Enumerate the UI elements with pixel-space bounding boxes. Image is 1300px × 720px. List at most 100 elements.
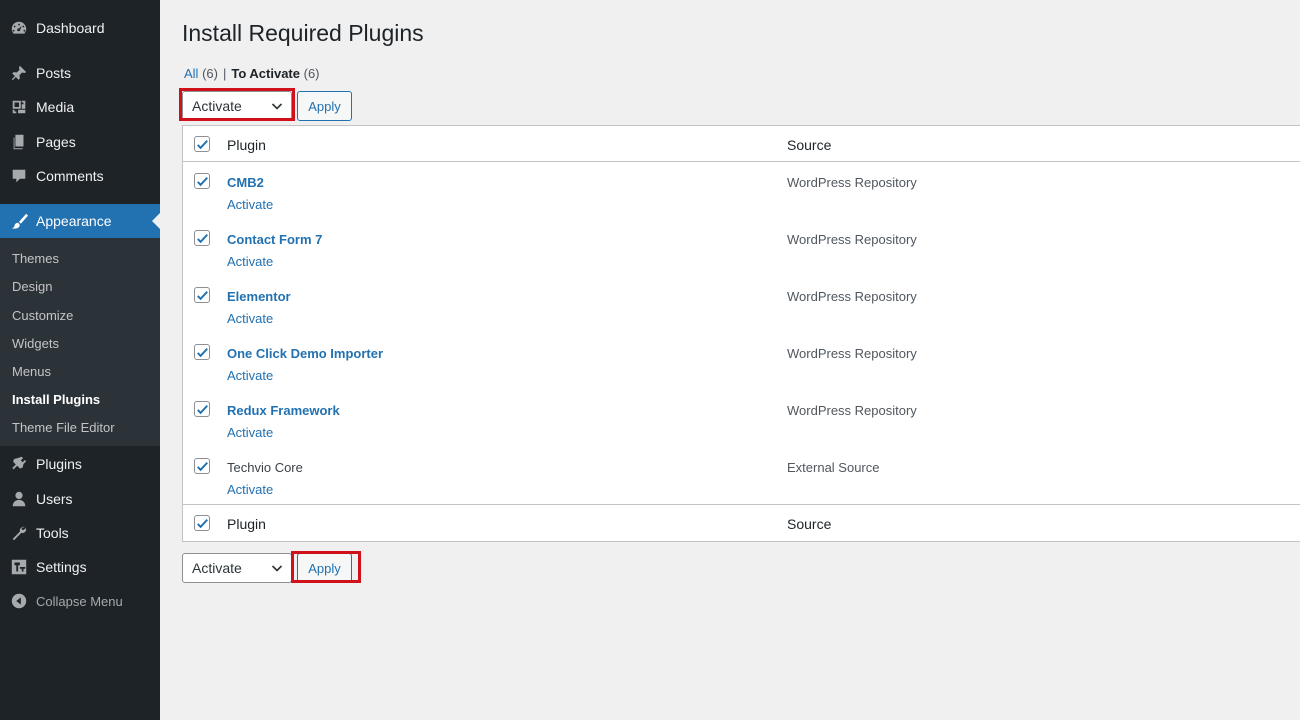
menu-tools[interactable]: Tools (0, 516, 160, 550)
row-checkbox[interactable] (194, 344, 210, 360)
column-source-footer[interactable]: Source (787, 516, 831, 532)
filter-all-link[interactable]: All (6) (184, 66, 218, 81)
plugin-source: WordPress Repository (787, 175, 917, 190)
media-icon (0, 90, 36, 124)
checkmark-icon (197, 519, 208, 529)
collapse-icon (0, 584, 36, 618)
collapse-menu-label: Collapse Menu (36, 593, 123, 609)
menu-pages-label: Pages (36, 134, 76, 150)
submenu-themes[interactable]: Themes (12, 251, 59, 266)
filter-to-activate-label: To Activate (231, 66, 300, 81)
row-checkbox[interactable] (194, 287, 210, 303)
plugin-source: External Source (787, 460, 880, 475)
table-row: Contact Form 7 Activate WordPress Reposi… (183, 220, 1300, 277)
pages-icon (0, 125, 36, 159)
plugin-icon (0, 447, 36, 481)
admin-sidebar: Dashboard Posts Media Pages Comments App… (0, 0, 160, 720)
filter-all-count: (6) (202, 66, 218, 81)
checkmark-icon (197, 291, 208, 301)
plugin-source: WordPress Repository (787, 403, 917, 418)
row-checkbox[interactable] (194, 458, 210, 474)
wrench-icon (0, 516, 36, 550)
pin-icon (0, 56, 36, 90)
menu-appearance[interactable]: Appearance (0, 204, 160, 238)
bulk-action-select-bottom-value: Activate (192, 560, 242, 576)
filter-to-activate-link[interactable]: To Activate (6) (231, 66, 319, 81)
menu-pages[interactable]: Pages (0, 125, 160, 159)
activate-link[interactable]: Activate (227, 482, 273, 497)
plugin-name-link[interactable]: Elementor (227, 289, 291, 304)
menu-appearance-label: Appearance (36, 213, 112, 229)
table-header: Plugin Source (183, 126, 1300, 162)
table-row: One Click Demo Importer Activate WordPre… (183, 334, 1300, 391)
highlight-box-bottom-apply (291, 551, 361, 583)
menu-settings[interactable]: Settings (0, 550, 160, 584)
select-all-checkbox-top[interactable] (194, 136, 210, 152)
user-icon (0, 482, 36, 516)
row-checkbox[interactable] (194, 230, 210, 246)
filter-all-label: All (184, 66, 199, 81)
plugin-source: WordPress Repository (787, 346, 917, 361)
highlight-box-top-select (179, 88, 295, 121)
page-title: Install Required Plugins (182, 20, 424, 46)
table-row: Techvio Core Activate External Source (183, 448, 1300, 505)
submenu-theme-file-editor[interactable]: Theme File Editor (12, 420, 115, 435)
menu-users[interactable]: Users (0, 482, 160, 516)
filter-to-activate-count: (6) (303, 66, 320, 81)
menu-media-label: Media (36, 99, 75, 115)
submenu-design[interactable]: Design (12, 279, 52, 294)
status-filters: All (6) | To Activate (6) (184, 66, 320, 81)
table-row: Redux Framework Activate WordPress Repos… (183, 391, 1300, 448)
checkmark-icon (197, 462, 208, 472)
column-plugin-header[interactable]: Plugin (227, 137, 266, 153)
comment-icon (0, 159, 36, 193)
plugin-name-link[interactable]: One Click Demo Importer (227, 346, 383, 361)
dashboard-icon (0, 11, 36, 45)
activate-link[interactable]: Activate (227, 311, 273, 326)
plugin-source: WordPress Repository (787, 289, 917, 304)
collapse-menu-button[interactable]: Collapse Menu (0, 584, 160, 618)
plugin-name-link[interactable]: CMB2 (227, 175, 264, 190)
brush-icon (0, 204, 36, 238)
column-plugin-footer[interactable]: Plugin (227, 516, 266, 532)
plugin-name-link[interactable]: Redux Framework (227, 403, 340, 418)
plugin-name-link[interactable]: Contact Form 7 (227, 232, 322, 247)
menu-dashboard[interactable]: Dashboard (0, 11, 160, 45)
menu-posts[interactable]: Posts (0, 56, 160, 90)
checkmark-icon (197, 348, 208, 358)
menu-dashboard-label: Dashboard (36, 20, 105, 36)
checkmark-icon (197, 140, 208, 150)
checkmark-icon (197, 177, 208, 187)
table-row: Elementor Activate WordPress Repository (183, 277, 1300, 334)
row-checkbox[interactable] (194, 401, 210, 417)
menu-comments[interactable]: Comments (0, 159, 160, 193)
table-row: CMB2 Activate WordPress Repository (183, 163, 1300, 220)
menu-comments-label: Comments (36, 168, 104, 184)
menu-posts-label: Posts (36, 65, 72, 81)
submenu-install-plugins[interactable]: Install Plugins (12, 392, 100, 407)
submenu-customize[interactable]: Customize (12, 308, 73, 323)
activate-link[interactable]: Activate (227, 425, 273, 440)
menu-plugins[interactable]: Plugins (0, 447, 160, 481)
row-checkbox[interactable] (194, 173, 210, 189)
activate-link[interactable]: Activate (227, 254, 273, 269)
column-source-header[interactable]: Source (787, 137, 831, 153)
plugins-table: Plugin Source CMB2 Activate WordPress Re… (182, 125, 1300, 542)
checkmark-icon (197, 234, 208, 244)
activate-link[interactable]: Activate (227, 368, 273, 383)
menu-tools-label: Tools (36, 525, 69, 541)
appearance-submenu: Themes Design Customize Widgets Menus In… (0, 238, 160, 446)
main-content: Install Required Plugins All (6) | To Acti… (160, 0, 1300, 720)
submenu-widgets[interactable]: Widgets (12, 336, 59, 351)
menu-media[interactable]: Media (0, 90, 160, 124)
settings-icon (0, 550, 36, 584)
apply-button-top[interactable]: Apply (297, 91, 352, 121)
menu-plugins-label: Plugins (36, 456, 82, 472)
activate-link[interactable]: Activate (227, 197, 273, 212)
select-all-checkbox-bottom[interactable] (194, 515, 210, 531)
plugin-source: WordPress Repository (787, 232, 917, 247)
menu-users-label: Users (36, 491, 73, 507)
submenu-menus[interactable]: Menus (12, 364, 51, 379)
bulk-action-select-bottom[interactable]: Activate (182, 553, 292, 583)
checkmark-icon (197, 405, 208, 415)
